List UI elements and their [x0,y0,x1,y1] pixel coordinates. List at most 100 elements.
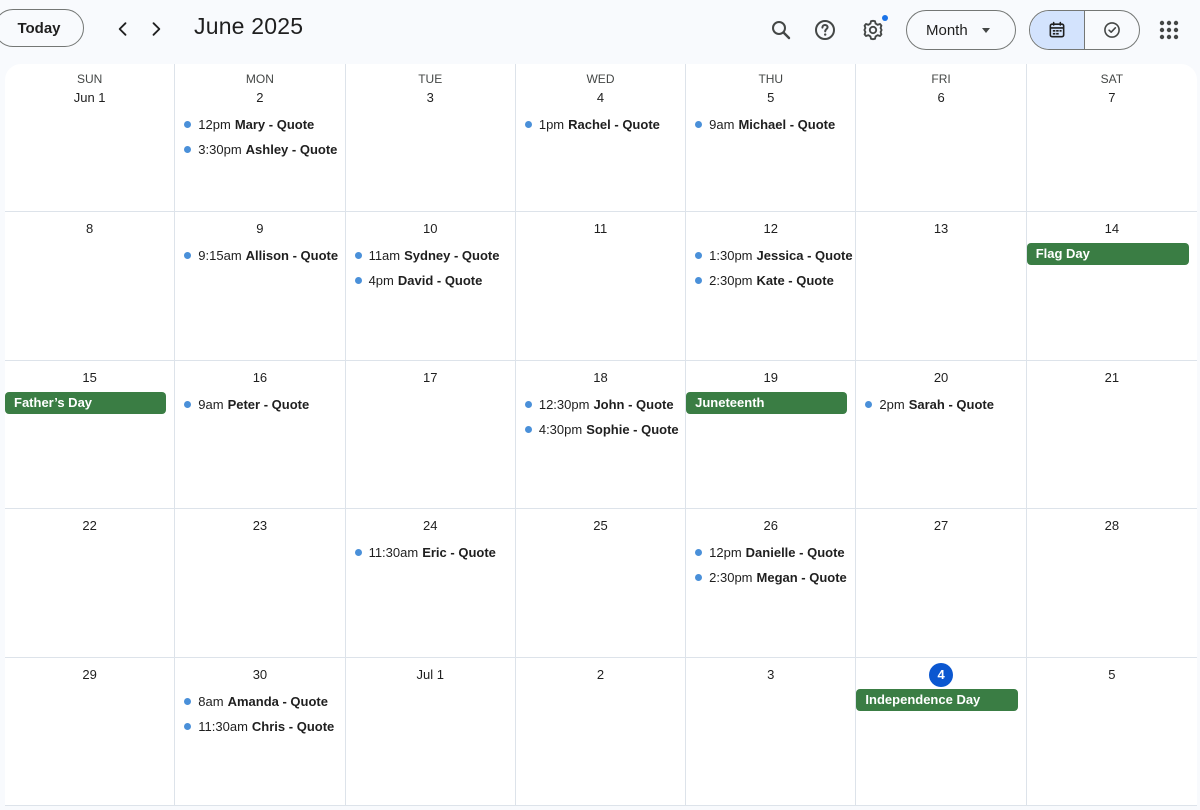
day-cell[interactable]: 8 [5,212,176,361]
calendar-event[interactable]: 1:30pm Jessica - Quote [686,243,855,268]
day-cell[interactable]: 2 [515,657,687,806]
day-cell[interactable]: 14 Flag Day [1026,212,1197,361]
day-cell[interactable]: 13 [856,212,1027,361]
day-cell[interactable]: SAT 7 [1026,64,1197,213]
date-number[interactable]: 23 [175,514,344,538]
calendar-event[interactable]: 11:30am Eric - Quote [346,540,515,565]
day-cell[interactable]: 20 2pm Sarah - Quote [856,360,1027,510]
day-cell[interactable]: THU 5 9am Michael - Quote [686,64,857,213]
day-cell[interactable]: 10 11am Sydney - Quote 4pm David - Quote [345,212,516,361]
day-cell[interactable]: FRI 6 [856,64,1027,213]
date-number[interactable]: 14 [1027,217,1197,241]
all-day-event[interactable]: Independence Day [856,688,1018,711]
day-cell[interactable]: 22 [5,509,176,658]
date-number[interactable]: 15 [5,366,174,390]
view-selector[interactable]: Month [906,10,1016,50]
calendar-event[interactable]: 2pm Sarah - Quote [856,392,1025,417]
day-cell[interactable]: 23 [175,509,346,658]
date-number[interactable]: 28 [1027,514,1197,538]
day-cell[interactable]: WED 4 1pm Rachel - Quote [515,64,687,213]
date-number[interactable]: 24 [346,514,515,538]
day-cell[interactable]: 18 12:30pm John - Quote 4:30pm Sophie - Quot… [515,360,687,510]
date-number[interactable]: 5 [686,86,855,110]
date-number[interactable]: 19 [686,366,855,390]
date-number[interactable]: 29 [5,663,174,687]
date-number[interactable]: 22 [5,514,174,538]
day-cell[interactable]: SUN Jun 1 [5,64,176,213]
calendar-event[interactable]: 2:30pm Megan - Quote [686,565,855,590]
calendar-event[interactable]: 11:30am Chris - Quote [175,714,344,739]
calendar-event[interactable]: 12:30pm John - Quote [516,392,685,417]
next-month-button[interactable] [141,14,171,44]
tasks-view-toggle[interactable] [1085,11,1139,49]
calendar-event[interactable]: 8am Amanda - Quote [175,689,344,714]
calendar-event[interactable]: 4pm David - Quote [346,268,515,293]
calendar-event[interactable]: 9am Michael - Quote [686,112,855,137]
date-number[interactable]: 13 [856,217,1025,241]
today-date-number[interactable]: 4 [856,662,1025,687]
day-cell[interactable]: 29 [5,657,176,806]
date-number[interactable]: 21 [1027,366,1197,390]
all-day-event[interactable]: Father’s Day [5,391,167,414]
day-cell[interactable]: 26 12pm Danielle - Quote 2:30pm Megan - Quot… [686,509,857,658]
date-number[interactable]: Jul 1 [346,663,515,687]
day-cell[interactable]: 9 9:15am Allison - Quote [175,212,346,361]
date-number[interactable]: 3 [346,86,515,110]
date-number[interactable]: 2 [516,663,685,687]
search-button[interactable] [763,12,799,48]
day-cell[interactable]: 25 [515,509,687,658]
settings-button[interactable] [855,12,891,48]
calendar-event[interactable]: 11am Sydney - Quote [346,243,515,268]
date-number[interactable]: 12 [686,217,855,241]
calendar-event[interactable]: 12pm Mary - Quote [175,112,344,137]
day-cell[interactable]: 16 9am Peter - Quote [175,360,346,510]
day-cell[interactable]: 27 [856,509,1027,658]
date-number[interactable]: 7 [1027,86,1197,110]
date-number[interactable]: Jun 1 [5,86,174,110]
day-cell[interactable]: 21 [1026,361,1197,510]
date-number[interactable]: 25 [516,514,685,538]
day-cell[interactable]: 3 [686,657,857,806]
calendar-event[interactable]: 12pm Danielle - Quote [686,540,855,565]
day-cell[interactable]: 19 Juneteenth [686,360,857,510]
date-number[interactable]: 3 [686,663,855,687]
previous-month-button[interactable] [108,14,138,44]
calendar-event[interactable]: 1pm Rachel - Quote [516,112,685,137]
day-cell[interactable]: TUE 3 [345,64,516,213]
date-number[interactable]: 20 [856,366,1025,390]
apps-button[interactable] [1151,12,1187,48]
date-number[interactable]: 8 [5,217,174,241]
help-button[interactable] [807,12,843,48]
day-cell[interactable]: 4 Independence Day [856,657,1027,806]
day-cell[interactable]: 5 [1026,658,1197,806]
today-button[interactable]: Today [0,9,84,47]
date-number[interactable]: 17 [346,366,515,390]
calendar-event[interactable]: 2:30pm Kate - Quote [686,268,855,293]
calendar-view-toggle[interactable] [1030,11,1085,49]
day-cell[interactable]: 11 [515,212,687,361]
date-number[interactable]: 9 [175,217,344,241]
date-number[interactable]: 26 [686,514,855,538]
all-day-event[interactable]: Juneteenth [686,391,848,414]
calendar-event[interactable]: 9:15am Allison - Quote [175,243,344,268]
date-number[interactable]: 18 [516,366,685,390]
day-cell[interactable]: 15 Father’s Day [5,360,176,510]
date-number[interactable]: 6 [856,86,1025,110]
calendar-event[interactable]: 9am Peter - Quote [175,392,344,417]
date-number[interactable]: 10 [346,217,515,241]
all-day-event[interactable]: Flag Day [1026,243,1189,266]
day-cell[interactable]: MON 2 12pm Mary - Quote 3:30pm Ashley - Quote [175,64,346,213]
calendar-event[interactable]: 3:30pm Ashley - Quote [175,137,344,162]
date-number[interactable]: 30 [175,663,344,687]
date-number[interactable]: 2 [175,86,344,110]
day-cell[interactable]: 28 [1026,509,1197,658]
day-cell[interactable]: 24 11:30am Eric - Quote [345,509,516,658]
day-cell[interactable]: 30 8am Amanda - Quote 11:30am Chris - Quote [175,657,346,806]
date-number[interactable]: 5 [1027,663,1197,687]
day-cell[interactable]: 17 [345,360,516,510]
date-number[interactable]: 27 [856,514,1025,538]
day-cell[interactable]: Jul 1 [345,657,516,806]
date-number[interactable]: 16 [175,366,344,390]
calendar-event[interactable]: 4:30pm Sophie - Quote [516,417,685,442]
date-number[interactable]: 4 [516,86,685,110]
